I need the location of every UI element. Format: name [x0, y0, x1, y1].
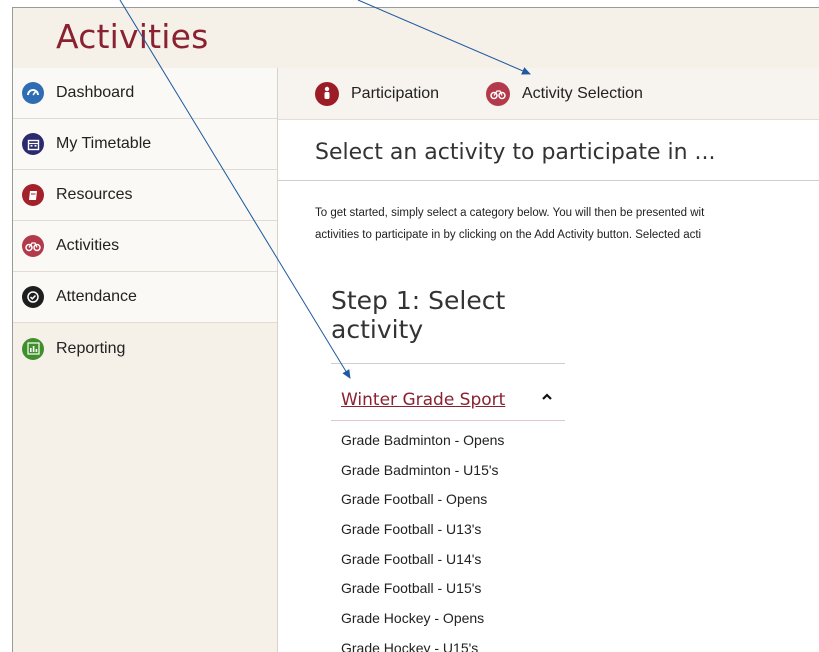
page-title: Select an activity to participate in ... — [315, 140, 716, 165]
category-link[interactable]: Winter Grade Sport — [341, 390, 505, 410]
app-title: Activities — [56, 17, 209, 56]
intro-text: To get started, simply select a category… — [315, 202, 819, 246]
activity-list: Grade Badminton - Opens Grade Badminton … — [341, 430, 504, 652]
tab-bar: Participation Activity Selection — [278, 68, 819, 120]
dashboard-icon — [22, 82, 44, 104]
activity-item[interactable]: Grade Football - U15's — [341, 578, 504, 608]
calendar-icon — [22, 133, 44, 155]
app-window: Activities Dashboard My Timetable Resour… — [12, 7, 819, 652]
bar-chart-icon — [22, 337, 44, 360]
sidebar-item-my-timetable[interactable]: My Timetable — [13, 119, 277, 170]
book-icon — [22, 184, 44, 206]
tab-label: Participation — [351, 85, 440, 102]
activity-item[interactable]: Grade Football - U14's — [341, 549, 504, 579]
intro-line: activities to participate in by clicking… — [315, 229, 702, 241]
app-header: Activities — [13, 8, 819, 69]
sidebar-item-label: Attendance — [56, 288, 137, 305]
tab-label: Activity Selection — [522, 85, 643, 102]
sidebar-item-label: Dashboard — [56, 84, 135, 101]
main-content: Participation Activity Selection Select … — [278, 68, 819, 652]
divider — [331, 420, 565, 421]
sidebar-item-activities[interactable]: Activities — [13, 221, 277, 272]
activity-item[interactable]: Grade Hockey - Opens — [341, 608, 504, 638]
sidebar-item-dashboard[interactable]: Dashboard — [13, 68, 277, 119]
sidebar-item-resources[interactable]: Resources — [13, 170, 277, 221]
activity-item[interactable]: Grade Football - U13's — [341, 519, 504, 549]
activity-item[interactable]: Grade Football - Opens — [341, 489, 504, 519]
intro-line: To get started, simply select a category… — [315, 207, 705, 219]
sidebar-item-label: My Timetable — [56, 135, 152, 152]
tab-participation[interactable]: Participation — [315, 82, 439, 106]
sidebar-item-label: Reporting — [56, 339, 126, 357]
divider — [278, 180, 819, 181]
sidebar-item-label: Activities — [56, 237, 120, 254]
bike-icon — [22, 235, 44, 257]
person-icon — [315, 82, 339, 106]
check-circle-icon — [22, 286, 44, 308]
sidebar-item-reporting[interactable]: Reporting — [13, 323, 277, 374]
activity-item[interactable]: Grade Badminton - Opens — [341, 430, 504, 460]
activity-item[interactable]: Grade Badminton - U15's — [341, 460, 504, 490]
sidebar-item-label: Resources — [56, 186, 133, 203]
divider — [331, 363, 565, 364]
tab-activity-selection[interactable]: Activity Selection — [486, 82, 643, 106]
bike-icon — [486, 82, 510, 106]
step-title: Step 1: Select activity — [331, 286, 506, 344]
sidebar: Dashboard My Timetable Resources Activit… — [13, 68, 278, 652]
chevron-up-icon[interactable] — [541, 390, 553, 405]
sidebar-item-attendance[interactable]: Attendance — [13, 272, 277, 323]
activity-item[interactable]: Grade Hockey - U15's — [341, 638, 504, 652]
